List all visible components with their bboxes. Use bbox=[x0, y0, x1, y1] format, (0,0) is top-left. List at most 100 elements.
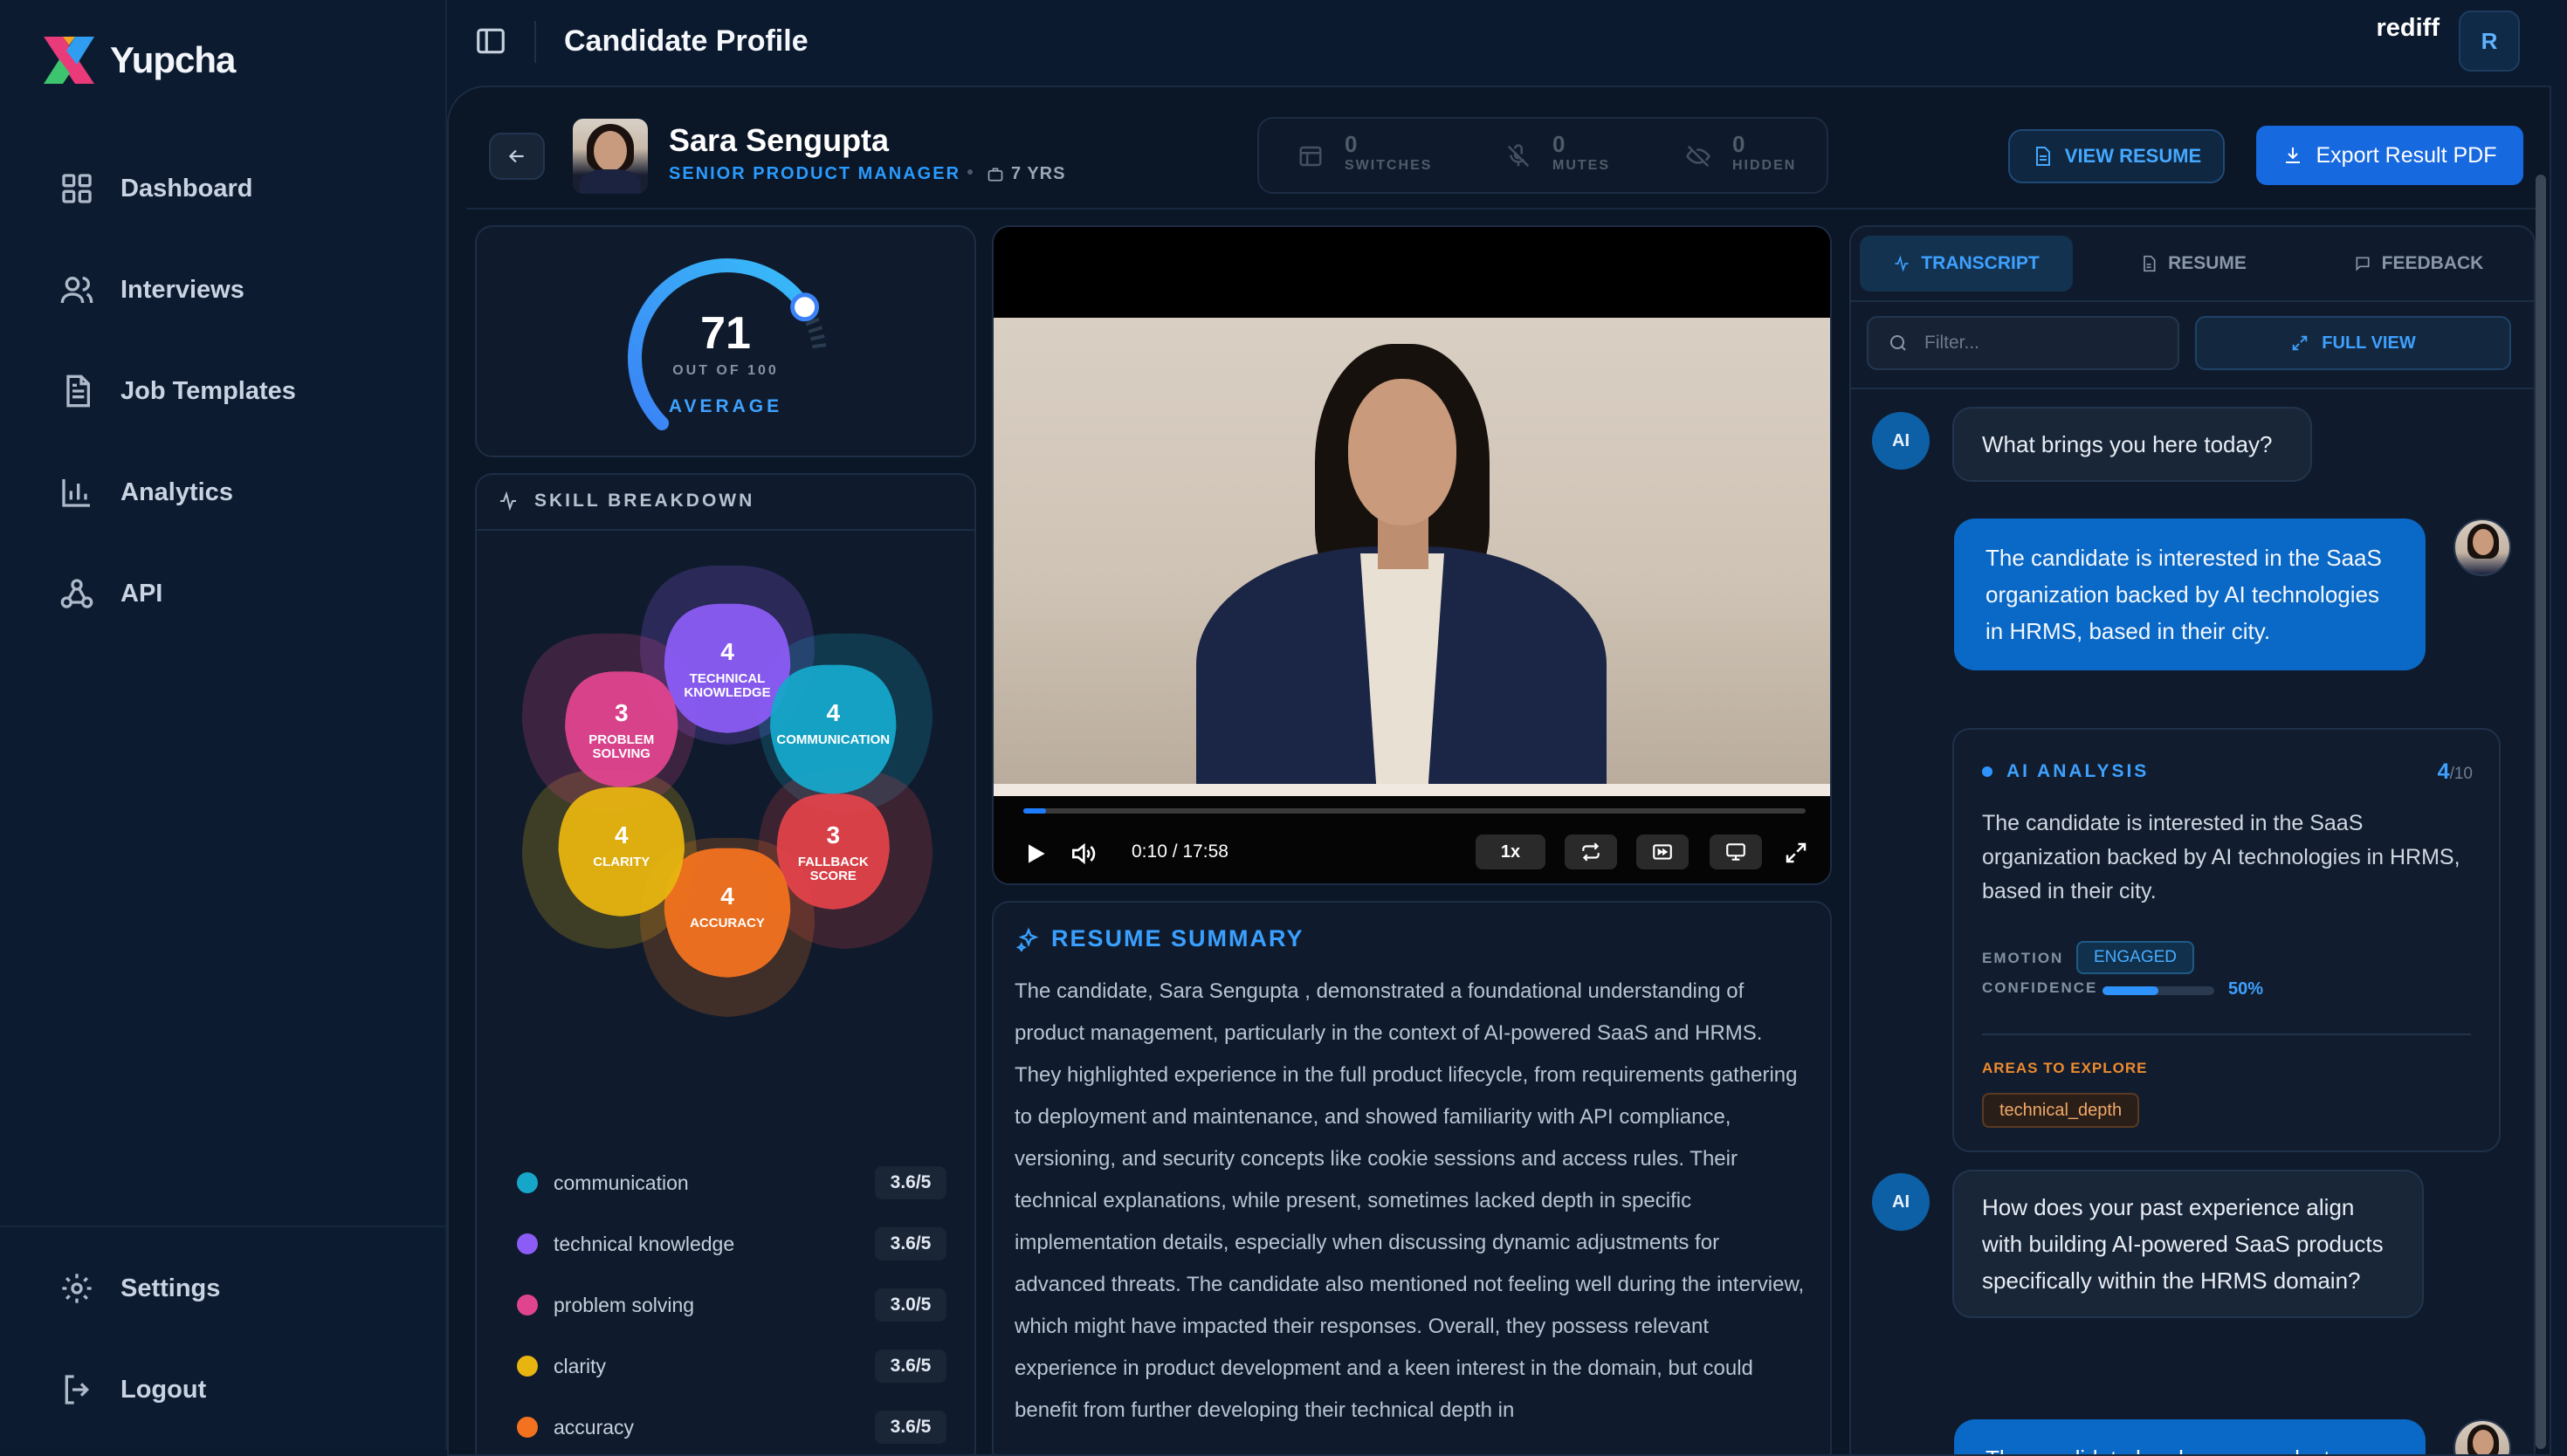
stat-label: SWITCHES bbox=[1345, 158, 1433, 173]
bar-chart-icon bbox=[62, 479, 90, 507]
screen-share-button[interactable] bbox=[1710, 834, 1762, 869]
legend-value: 3.6/5 bbox=[875, 1227, 946, 1260]
stat-switches: 0 SWITCHES bbox=[1297, 131, 1432, 174]
stat-label: MUTES bbox=[1552, 158, 1610, 173]
skill-petal: 4 CLARITY bbox=[558, 786, 685, 917]
video-frame[interactable] bbox=[994, 318, 1830, 796]
window-icon bbox=[1299, 146, 1322, 167]
grid-icon bbox=[62, 174, 92, 203]
petal-label: TECHNICAL bbox=[690, 671, 766, 686]
ai-avatar: AI bbox=[1872, 1173, 1930, 1231]
divider bbox=[1851, 300, 2534, 302]
petal-score: 4 bbox=[826, 699, 840, 726]
areas-to-explore-label: AREAS TO EXPLORE bbox=[1982, 1060, 2148, 1076]
tab-feedback[interactable]: FEEDBACK bbox=[2312, 236, 2525, 292]
petal-score: 4 bbox=[720, 638, 734, 665]
scrollbar[interactable] bbox=[2536, 175, 2546, 1449]
resume-summary-title: RESUME SUMMARY bbox=[1051, 925, 1304, 951]
monitor-icon bbox=[1726, 843, 1745, 861]
skill-legend-row: clarity 3.6/5 bbox=[517, 1348, 953, 1384]
video-time: 0:10 / 17:58 bbox=[1132, 841, 1228, 862]
analysis-score-max: /10 bbox=[2449, 765, 2473, 783]
legend-label: problem solving bbox=[554, 1293, 695, 1316]
export-pdf-button[interactable]: Export Result PDF bbox=[2256, 126, 2523, 185]
page-title: Candidate Profile bbox=[564, 24, 809, 58]
candidate-avatar bbox=[2453, 519, 2511, 576]
tab-transcript[interactable]: TRANSCRIPT bbox=[1860, 236, 2073, 292]
playback-speed-button[interactable]: 1x bbox=[1476, 834, 1545, 869]
petal-label: SCORE bbox=[810, 869, 857, 883]
emotion-label: EMOTION bbox=[1982, 950, 2064, 966]
separator-dot bbox=[967, 169, 973, 175]
download-icon bbox=[2286, 148, 2301, 163]
transcript-panel: TRANSCRIPT RESUME FEEDBACK FULL VIEW AI … bbox=[1849, 225, 2536, 1454]
main-content: Sara Sengupta SENIOR PRODUCT MANAGER 7 Y… bbox=[447, 86, 2551, 1456]
legend-label: communication bbox=[554, 1171, 689, 1194]
expand-icon bbox=[2293, 335, 2308, 351]
eye-off-icon bbox=[1686, 145, 1710, 168]
video-player[interactable]: 0:10 / 17:58 1x bbox=[992, 225, 1832, 885]
sidebar-item-label: Job Templates bbox=[120, 376, 296, 405]
experience-label: 7 YRS bbox=[1011, 164, 1066, 183]
petal-score: 4 bbox=[720, 883, 734, 910]
user-avatar[interactable]: R bbox=[2459, 10, 2520, 72]
sidebar-item-interviews[interactable]: Interviews bbox=[59, 272, 244, 307]
tab-label: RESUME bbox=[2168, 253, 2247, 273]
ai-message: What brings you here today? bbox=[1952, 407, 2312, 482]
petal-label: PROBLEM bbox=[588, 732, 654, 747]
play-icon[interactable] bbox=[1022, 840, 1050, 868]
skill-legend-row: technical knowledge 3.6/5 bbox=[517, 1226, 953, 1262]
video-progress-bar[interactable] bbox=[1023, 808, 1806, 814]
petal-label: KNOWLEDGE bbox=[684, 685, 770, 700]
sidebar-item-analytics[interactable]: Analytics bbox=[59, 475, 233, 510]
filter-input[interactable] bbox=[1924, 333, 2169, 354]
users-icon bbox=[60, 277, 93, 304]
fullscreen-icon[interactable] bbox=[1783, 840, 1809, 866]
skill-legend-row: communication 3.6/5 bbox=[517, 1164, 953, 1201]
sidebar-item-logout[interactable]: Logout bbox=[59, 1372, 206, 1407]
sidebar-item-api[interactable]: API bbox=[59, 576, 162, 611]
legend-label: accuracy bbox=[554, 1415, 635, 1439]
sidebar-item-job-templates[interactable]: Job Templates bbox=[59, 374, 296, 409]
brand-logo[interactable]: Yupcha bbox=[40, 33, 236, 87]
file-icon bbox=[2144, 255, 2156, 272]
sidebar-item-label: API bbox=[120, 579, 163, 608]
candidate-experience: 7 YRS bbox=[987, 164, 1065, 184]
score-out-of: OUT OF 100 bbox=[672, 363, 779, 378]
repeat-icon bbox=[1582, 842, 1600, 862]
logout-icon bbox=[65, 1375, 90, 1404]
transcript-filter[interactable] bbox=[1867, 316, 2179, 370]
topbar: Candidate Profile rediff R bbox=[447, 0, 2567, 86]
skill-breakdown-header: SKILL BREAKDOWN bbox=[498, 491, 754, 512]
divider bbox=[1851, 388, 2534, 389]
legend-dot bbox=[517, 1233, 538, 1254]
candidate-photo bbox=[573, 119, 648, 194]
sidebar-toggle-icon[interactable] bbox=[473, 24, 508, 58]
skill-legend-row: problem solving 3.0/5 bbox=[517, 1287, 953, 1323]
analysis-score: 4/10 bbox=[2438, 759, 2473, 785]
sidebar-item-settings[interactable]: Settings bbox=[59, 1271, 220, 1306]
view-resume-button[interactable]: VIEW RESUME bbox=[2008, 129, 2225, 183]
search-icon bbox=[1890, 335, 1906, 351]
loop-button[interactable] bbox=[1565, 834, 1617, 869]
sidebar-item-label: Settings bbox=[120, 1274, 221, 1302]
petal-label: FALLBACK bbox=[798, 855, 869, 869]
candidate-avatar bbox=[2453, 1419, 2511, 1454]
petal-label: CLARITY bbox=[593, 855, 650, 869]
score-value: 71 bbox=[700, 308, 751, 359]
tab-resume[interactable]: RESUME bbox=[2087, 236, 2300, 292]
skill-petal: 3 FALLBACKSCORE bbox=[776, 793, 890, 910]
volume-icon[interactable] bbox=[1069, 840, 1097, 868]
analysis-text: The candidate is interested in the SaaS … bbox=[1982, 811, 2460, 903]
full-view-label: FULL VIEW bbox=[2322, 333, 2416, 353]
full-view-button[interactable]: FULL VIEW bbox=[2195, 316, 2511, 370]
candidate-header: Sara Sengupta SENIOR PRODUCT MANAGER 7 Y… bbox=[466, 103, 2536, 209]
stat-hidden: 0 HIDDEN bbox=[1685, 131, 1796, 174]
back-button[interactable] bbox=[489, 133, 545, 180]
confidence-label: CONFIDENCE bbox=[1982, 979, 2098, 996]
legend-label: clarity bbox=[554, 1354, 607, 1377]
sidebar-item-dashboard[interactable]: Dashboard bbox=[59, 171, 252, 206]
tab-label: TRANSCRIPT bbox=[1921, 253, 2040, 273]
skip-silence-button[interactable] bbox=[1636, 834, 1689, 869]
resume-summary-card: RESUME SUMMARY The candidate, Sara Sengu… bbox=[992, 901, 1832, 1454]
